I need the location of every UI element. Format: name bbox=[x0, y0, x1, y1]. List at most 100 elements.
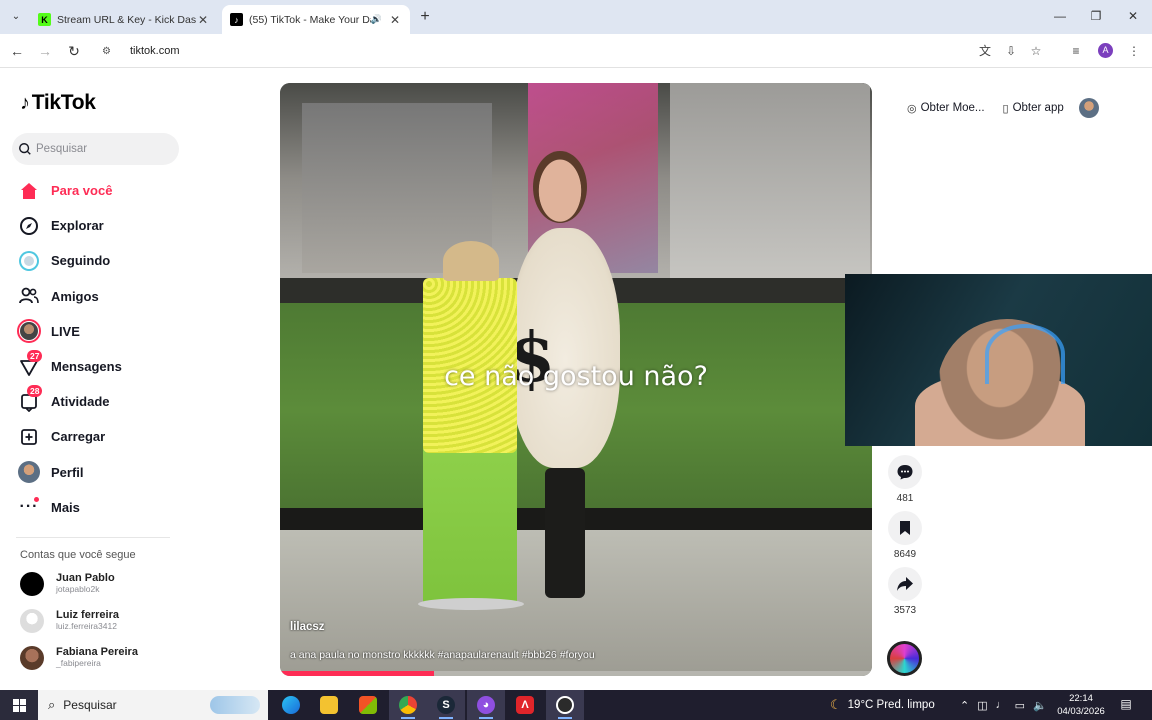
music-disc-icon[interactable] bbox=[887, 641, 922, 676]
edge-app-icon[interactable] bbox=[272, 690, 310, 720]
browser-tab-tiktok[interactable]: ♪ (55) TikTok - Make Your Day 🔊 ✕ bbox=[222, 5, 410, 34]
microphone-icon[interactable]: ♩ bbox=[996, 699, 1007, 711]
browser-tab-kick[interactable]: K Stream URL & Key - Kick Dashb ✕ bbox=[30, 5, 218, 34]
account-handle: jotapablo2k bbox=[56, 584, 100, 594]
video-scene-panel bbox=[670, 83, 870, 283]
avatar bbox=[20, 646, 44, 670]
sidebar-nav: Para você Explorar Seguindo Amigos LIVE bbox=[16, 173, 186, 525]
clock-time: 22:14 bbox=[1069, 693, 1093, 704]
video-description: a ana paula no monstro kkkkkk #anapaular… bbox=[290, 649, 595, 661]
sidebar-item-mais[interactable]: ··· Mais bbox=[16, 490, 186, 525]
start-button[interactable] bbox=[0, 690, 38, 720]
bookmark-star-icon[interactable]: ☆ bbox=[1028, 43, 1044, 59]
browser-tab-bar: ⌄ K Stream URL & Key - Kick Dashb ✕ ♪ (5… bbox=[0, 0, 1152, 34]
tiktok-logo[interactable]: ♪ TikTok bbox=[20, 91, 96, 115]
obs-glyph bbox=[556, 696, 574, 714]
close-window-icon[interactable]: ✕ bbox=[1123, 9, 1143, 23]
sidebar-item-amigos[interactable]: Amigos bbox=[16, 279, 186, 314]
sidebar-item-seguindo[interactable]: Seguindo bbox=[16, 243, 186, 278]
discord-app-icon[interactable]: ◕ bbox=[467, 690, 505, 720]
weather-text: 19°C Pred. limpo bbox=[847, 699, 935, 711]
corn-costume-leaves bbox=[423, 448, 517, 603]
store-app-icon[interactable] bbox=[349, 690, 387, 720]
upload-icon bbox=[16, 424, 42, 450]
comment-action[interactable]: 481 bbox=[886, 455, 924, 505]
taskbar-clock[interactable]: 22:14 04/03/2026 bbox=[1052, 692, 1110, 718]
sidebar-item-para-voce[interactable]: Para você bbox=[16, 173, 186, 208]
messages-badge: 27 bbox=[27, 349, 43, 362]
account-name: Luiz ferreira bbox=[56, 609, 119, 621]
folder-glyph bbox=[320, 696, 338, 714]
sidebar-item-label: Atividade bbox=[51, 394, 110, 410]
bookmark-icon[interactable] bbox=[888, 511, 922, 545]
steam-app-icon[interactable]: S bbox=[427, 690, 465, 720]
save-action[interactable]: 8649 bbox=[886, 511, 924, 561]
comment-icon[interactable] bbox=[888, 455, 922, 489]
close-tab-icon[interactable]: ✕ bbox=[388, 13, 402, 27]
get-coins-button[interactable]: ◎ Obter Moe... bbox=[900, 93, 992, 123]
tab-title: Stream URL & Key - Kick Dashb bbox=[57, 13, 196, 26]
sidebar-item-perfil[interactable]: Perfil bbox=[16, 455, 186, 490]
sidebar-item-label: LIVE bbox=[51, 323, 80, 339]
profile-avatar[interactable]: A bbox=[1098, 43, 1113, 58]
sidebar-item-explorar[interactable]: Explorar bbox=[16, 208, 186, 243]
sidebar-item-label: Perfil bbox=[51, 464, 84, 480]
sidebar-item-live[interactable]: LIVE bbox=[16, 314, 186, 349]
site-info-icon[interactable]: ⚙ bbox=[102, 46, 116, 57]
share-icon[interactable] bbox=[888, 567, 922, 601]
avatar bbox=[20, 609, 44, 633]
minimize-icon[interactable]: — bbox=[1050, 9, 1070, 23]
system-tray: ⌃ ◫ ♩ ▭ 🔈 bbox=[960, 690, 1055, 720]
browser-menu-icon[interactable]: ⋮ bbox=[1126, 43, 1142, 59]
windows-taskbar: ⌕ Pesquisar S ◕ Λ ☾ 19°C Pred. limpo ⌃ ◫… bbox=[0, 690, 1152, 720]
profile-icon bbox=[16, 459, 42, 485]
avatar bbox=[20, 572, 44, 596]
sidebar-item-label: Mais bbox=[51, 499, 80, 515]
chrome-app-icon[interactable] bbox=[389, 690, 427, 720]
volume-icon[interactable]: 🔈 bbox=[1033, 699, 1047, 712]
user-avatar[interactable] bbox=[1078, 98, 1099, 118]
weather-widget[interactable]: ☾ 19°C Pred. limpo bbox=[830, 690, 935, 720]
address-bar[interactable]: ⚙ tiktok.com bbox=[96, 39, 996, 63]
sidebar-item-label: Mensagens bbox=[51, 359, 122, 375]
media-controls-icon[interactable]: ≡ bbox=[1068, 43, 1084, 59]
forward-button[interactable]: → bbox=[36, 42, 54, 60]
following-account[interactable]: Luiz ferreira luiz.ferreira3412 bbox=[20, 609, 119, 633]
get-app-button[interactable]: ▯ Obter app bbox=[996, 93, 1071, 123]
following-account[interactable]: Fabiana Pereira _fabipereira bbox=[20, 646, 138, 670]
sidebar-item-label: Para você bbox=[51, 183, 113, 199]
windows-logo-icon bbox=[12, 698, 26, 712]
sidebar-item-atividade[interactable]: 28 Atividade bbox=[16, 384, 186, 419]
headset bbox=[985, 324, 1065, 384]
translate-icon[interactable]: 文 bbox=[977, 43, 993, 59]
search-input[interactable]: Pesquisar bbox=[12, 133, 179, 165]
sidebar-item-label: Explorar bbox=[51, 218, 104, 234]
following-account[interactable]: Juan Pablo jotapablo2k bbox=[20, 572, 115, 596]
install-app-icon[interactable]: ⇩ bbox=[1003, 43, 1019, 59]
search-highlight-art bbox=[210, 696, 260, 714]
camera-icon[interactable]: ◫ bbox=[977, 699, 987, 712]
get-coins-label: Obter Moe... bbox=[920, 102, 985, 114]
sidebar-item-carregar[interactable]: Carregar bbox=[16, 419, 186, 454]
reload-button[interactable]: ↻ bbox=[65, 42, 83, 60]
close-tab-icon[interactable]: ✕ bbox=[196, 13, 210, 27]
sidebar-item-mensagens[interactable]: 27 Mensagens bbox=[16, 349, 186, 384]
restore-icon[interactable]: ❐ bbox=[1086, 9, 1106, 23]
file-explorer-app-icon[interactable] bbox=[310, 690, 348, 720]
kick-favicon-icon: K bbox=[38, 13, 51, 26]
video-author[interactable]: lilacsz bbox=[290, 621, 325, 633]
video-player[interactable]: $ ce não gostou não? lilacsz a ana paula… bbox=[280, 83, 872, 676]
tiktok-favicon-icon: ♪ bbox=[230, 13, 243, 26]
adobe-app-icon[interactable]: Λ bbox=[506, 690, 544, 720]
audio-playing-icon[interactable]: 🔊 bbox=[371, 14, 382, 25]
share-action[interactable]: 3573 bbox=[886, 567, 924, 617]
notifications-icon[interactable]: ▤ bbox=[1118, 697, 1134, 713]
new-tab-button[interactable]: + bbox=[416, 8, 434, 26]
show-hidden-icons-icon[interactable]: ⌃ bbox=[960, 699, 969, 712]
following-section-title: Contas que você segue bbox=[20, 549, 136, 561]
back-button[interactable]: ← bbox=[8, 42, 26, 60]
obs-app-icon[interactable] bbox=[546, 690, 584, 720]
taskbar-search[interactable]: ⌕ Pesquisar bbox=[38, 690, 268, 720]
network-icon[interactable]: ▭ bbox=[1015, 699, 1025, 712]
tab-search-icon[interactable]: ⌄ bbox=[8, 9, 24, 25]
